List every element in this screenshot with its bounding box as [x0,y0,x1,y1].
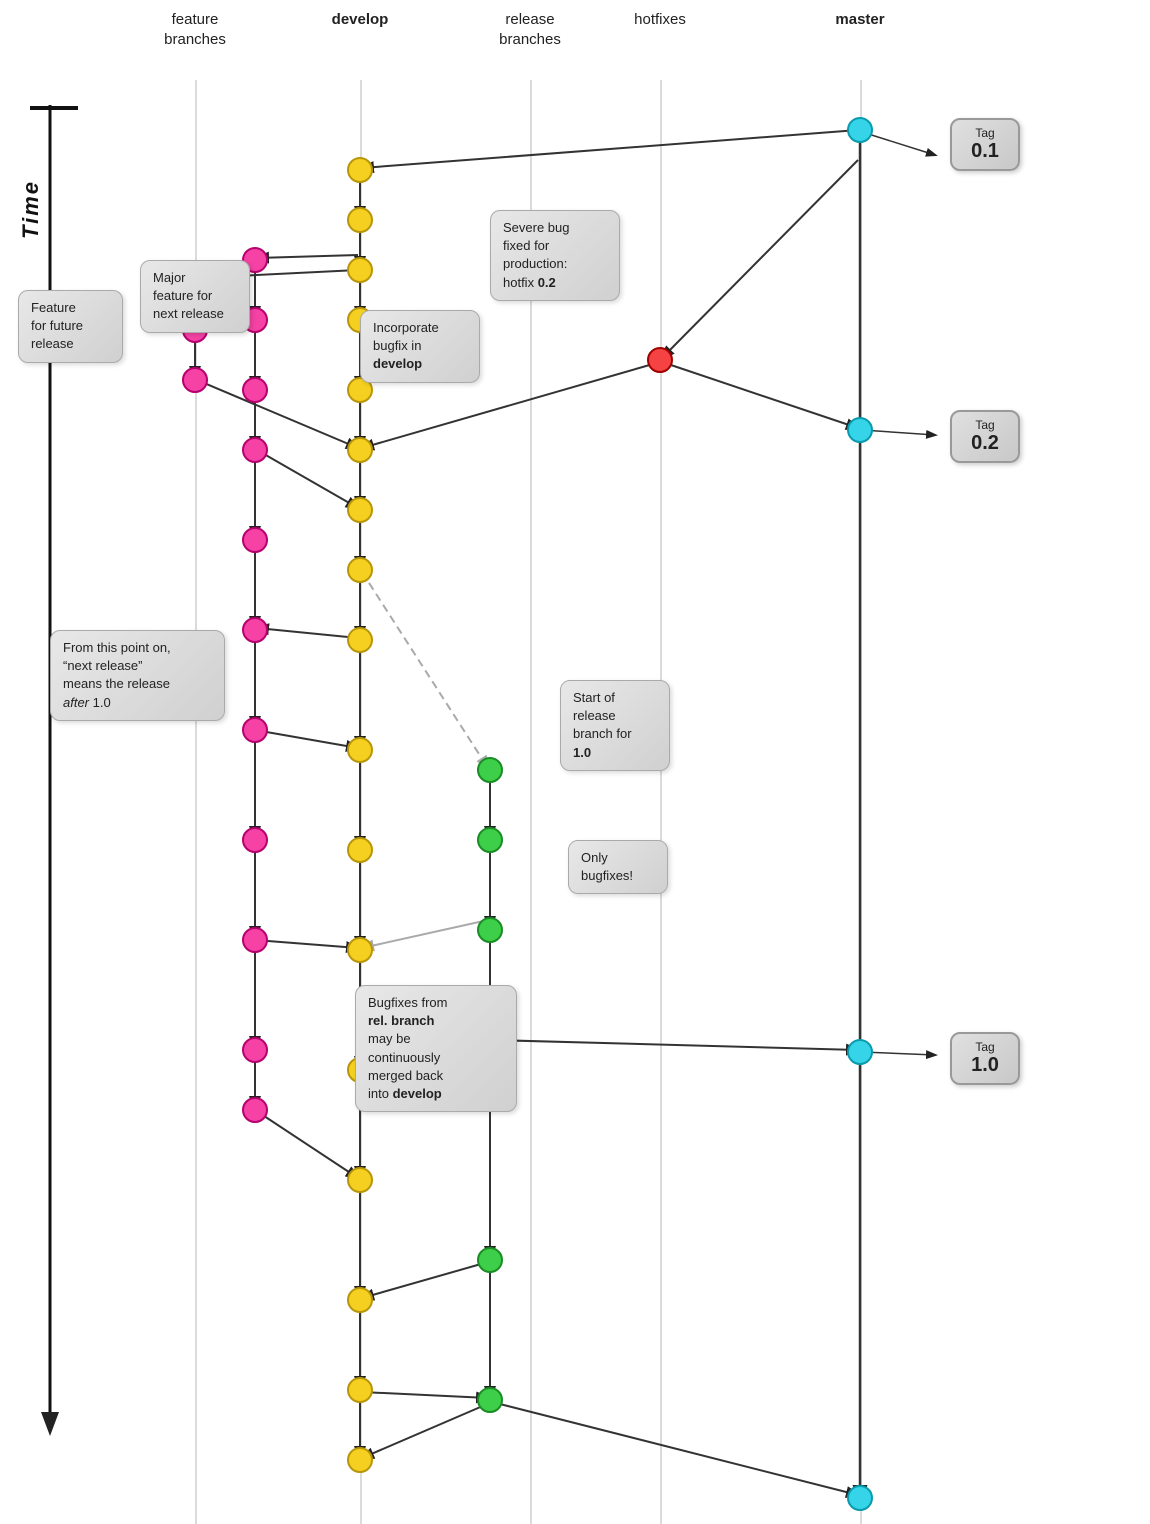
node-feat2-4 [242,437,268,463]
header-hotfixes: hotfixes [610,10,710,30]
node-release-2 [477,827,503,853]
callout-only-bugfixes: Onlybugfixes! [568,840,668,894]
node-master-02 [847,417,873,443]
header-master: master [820,10,900,30]
tag-value-02: 0.2 [968,432,1002,455]
node-master-initial [847,117,873,143]
callout-severe-bug: Severe bugfixed forproduction:hotfix 0.2 [490,210,620,301]
node-develop-15 [347,1287,373,1313]
lane-master [860,80,862,1524]
node-feat2-7 [242,717,268,743]
diagram-container: featurebranches develop releasebranches … [0,0,1150,1524]
node-develop-8 [347,557,373,583]
lane-hotfixes [660,80,662,1524]
node-master-bottom [847,1485,873,1511]
node-develop-16 [347,1377,373,1403]
node-develop-11 [347,837,373,863]
callout-bugfixes-merged: Bugfixes fromrel. branchmay becontinuous… [355,985,517,1112]
node-develop-14 [347,1167,373,1193]
node-develop-1 [347,157,373,183]
node-feat2-8 [242,827,268,853]
callout-feature-future: Featurefor futurerelease [18,290,123,363]
node-release-6 [477,1387,503,1413]
node-release-3 [477,917,503,943]
node-develop-10 [347,737,373,763]
time-label: Time [18,180,44,239]
tag-value-10: 1.0 [968,1054,1002,1077]
node-develop-7 [347,497,373,523]
node-release-1 [477,757,503,783]
node-hotfix-1 [647,347,673,373]
tag-box-02: Tag 0.2 [950,410,1020,463]
node-develop-12 [347,937,373,963]
node-master-10 [847,1039,873,1065]
header-feature: featurebranches [130,10,260,49]
callout-start-release: Start ofreleasebranch for1.0 [560,680,670,771]
node-develop-17 [347,1447,373,1473]
node-develop-2 [347,207,373,233]
node-feat1-3 [182,367,208,393]
tag-box-01: Tag 0.1 [950,118,1020,171]
header-develop: develop [310,10,410,30]
node-feat2-3 [242,377,268,403]
callout-incorporate-bugfix: Incorporatebugfix indevelop [360,310,480,383]
callout-major-feature: Majorfeature fornext release [140,260,250,333]
tag-box-10: Tag 1.0 [950,1032,1020,1085]
tag-label-10: Tag [968,1040,1002,1054]
node-feat2-10 [242,1037,268,1063]
tag-label-01: Tag [968,126,1002,140]
node-develop-6 [347,437,373,463]
tag-value-01: 0.1 [968,140,1002,163]
node-feat2-9 [242,927,268,953]
node-feat2-11 [242,1097,268,1123]
node-develop-3 [347,257,373,283]
node-release-5 [477,1247,503,1273]
callout-next-release: From this point on,“next release”means t… [50,630,225,721]
header-release: releasebranches [465,10,595,49]
tag-label-02: Tag [968,418,1002,432]
node-feat2-5 [242,527,268,553]
node-develop-9 [347,627,373,653]
node-feat2-6 [242,617,268,643]
